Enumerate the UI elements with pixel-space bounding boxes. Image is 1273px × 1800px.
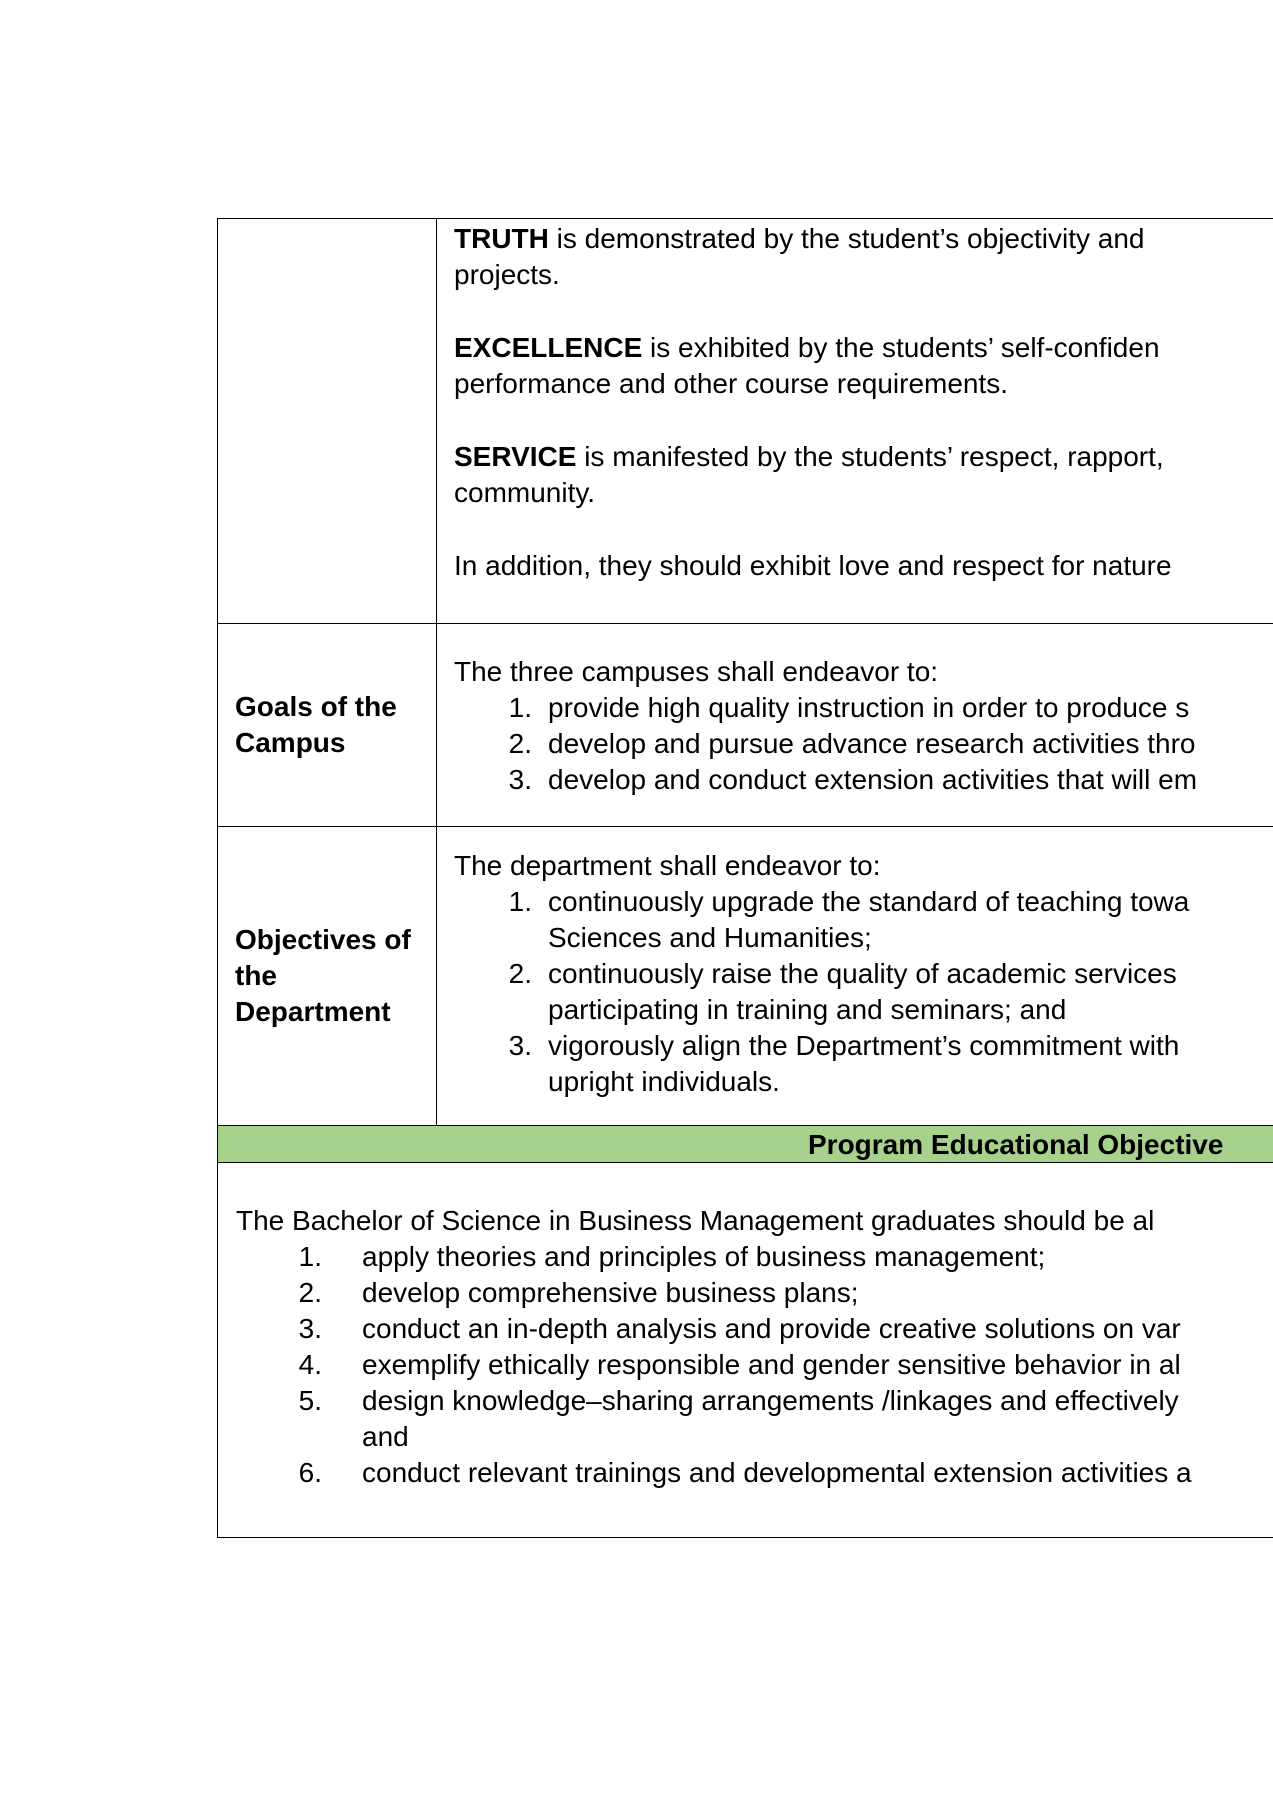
document-table: TRUTH is demonstrated by the student’s o… — [217, 218, 1273, 1538]
peo-header-text: Program Educational Objective — [808, 1129, 1224, 1160]
list-item: 3. vigorously align the Department’s comm… — [508, 1030, 1180, 1097]
goals-intro: The three campuses shall endeavor to: — [454, 656, 939, 687]
goals-content: The three campuses shall endeavor to: 1.… — [437, 624, 1273, 826]
objectives-row: Objectives of the Department The departm… — [218, 827, 1273, 1126]
goals-row: Goals of the Campus The three campuses s… — [218, 624, 1273, 827]
list-item: 1. continuously upgrade the standard of t… — [508, 886, 1190, 953]
value-truth: TRUTH is demonstrated by the student’s o… — [454, 223, 1145, 254]
objectives-list: 1. continuously upgrade the standard of t… — [454, 884, 1273, 1100]
value-excellence: EXCELLENCE is exhibited by the students’… — [454, 332, 1160, 363]
value-service-line2: community. — [454, 477, 596, 508]
list-item: 1. provide high quality instruction in or… — [508, 692, 1190, 723]
list-item: 1. apply theories and principles of busin… — [298, 1241, 1046, 1272]
list-item: 5. design knowledge–sharing arrangements … — [298, 1385, 1179, 1452]
list-item: 3. develop and conduct extension activiti… — [508, 764, 1198, 795]
core-values-label-cell — [218, 219, 437, 623]
core-values-content: TRUTH is demonstrated by the student’s o… — [437, 219, 1273, 623]
value-excellence-line2: performance and other course requirement… — [454, 368, 1009, 399]
peo-list: 1. apply theories and principles of busin… — [236, 1239, 1273, 1491]
objectives-intro: The department shall endeavor to: — [454, 850, 881, 881]
value-service: SERVICE is manifested by the students’ r… — [454, 441, 1164, 472]
page: TRUTH is demonstrated by the student’s o… — [0, 0, 1273, 1800]
list-item: 2. develop and pursue advance research ac… — [508, 728, 1196, 759]
peo-intro: The Bachelor of Science in Business Mana… — [236, 1205, 1155, 1236]
objectives-content: The department shall endeavor to: 1. cont… — [437, 827, 1273, 1125]
core-values-row: TRUTH is demonstrated by the student’s o… — [218, 219, 1273, 624]
list-item: 3. conduct an in-depth analysis and provi… — [298, 1313, 1181, 1344]
value-nature: In addition, they should exhibit love an… — [454, 550, 1172, 581]
list-item: 2. continuously raise the quality of acad… — [508, 958, 1177, 1025]
list-item: 4. exemplify ethically responsible and ge… — [298, 1349, 1181, 1380]
value-truth-line2: projects. — [454, 259, 560, 290]
objectives-label: Objectives of the Department — [218, 827, 437, 1125]
list-item: 6. conduct relevant trainings and develop… — [298, 1457, 1192, 1488]
peo-content: The Bachelor of Science in Business Mana… — [218, 1163, 1273, 1537]
goals-label: Goals of the Campus — [218, 624, 437, 826]
goals-list: 1. provide high quality instruction in or… — [454, 690, 1273, 798]
peo-header: Program Educational Objective — [218, 1126, 1273, 1163]
peo-row: The Bachelor of Science in Business Mana… — [218, 1163, 1273, 1538]
list-item: 2. develop comprehensive business plans; — [298, 1277, 859, 1308]
